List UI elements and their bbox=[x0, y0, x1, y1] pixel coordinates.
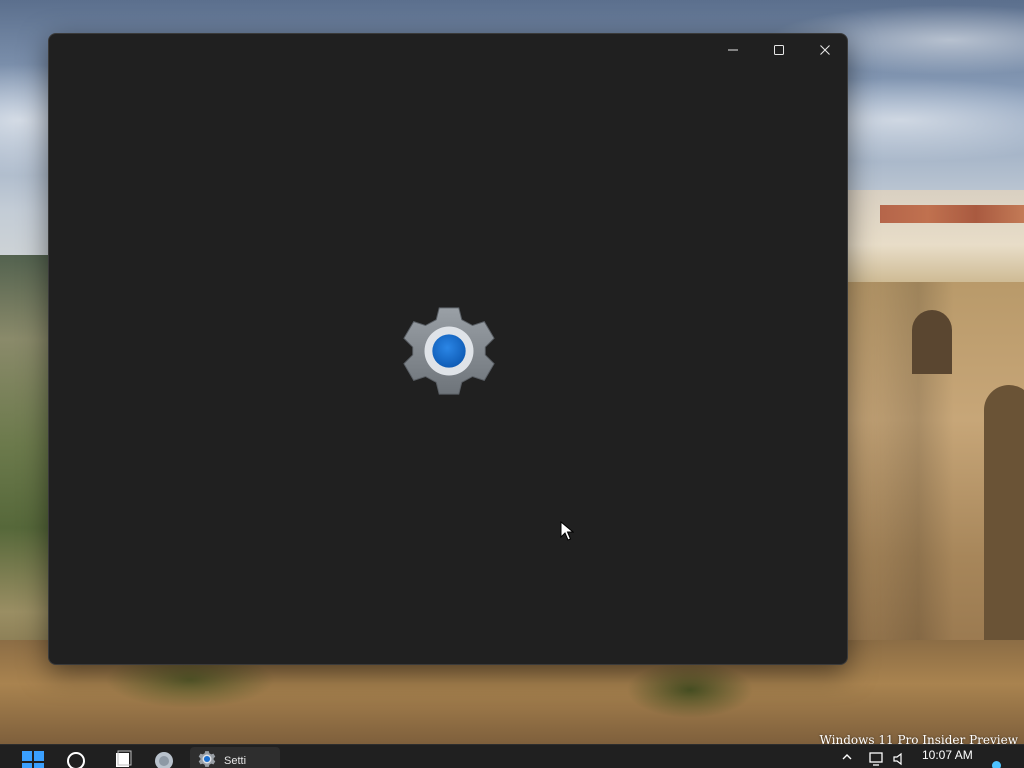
network-icon[interactable] bbox=[868, 751, 886, 767]
task-view-icon bbox=[116, 750, 132, 767]
chevron-up-icon[interactable] bbox=[840, 749, 854, 765]
wallpaper-arch bbox=[912, 310, 952, 374]
wallpaper-roofs bbox=[880, 205, 1024, 223]
edge-icon bbox=[155, 752, 173, 768]
minimize-icon bbox=[728, 49, 738, 51]
taskbar-settings-label: Setti bbox=[224, 755, 247, 767]
desktop: Windows 11 Pro Insider Preview Setti 10:… bbox=[0, 0, 1024, 768]
edge-button[interactable] bbox=[150, 747, 178, 768]
taskbar: Setti 10:07 AM bbox=[0, 744, 1024, 768]
taskbar-settings-app[interactable]: Setti bbox=[190, 747, 280, 768]
start-button[interactable] bbox=[18, 747, 48, 768]
settings-window[interactable] bbox=[48, 33, 848, 665]
mouse-pointer-icon bbox=[560, 521, 574, 541]
search-button[interactable] bbox=[62, 747, 90, 768]
settings-gear-icon bbox=[403, 307, 495, 395]
notification-dot[interactable] bbox=[992, 761, 1001, 768]
task-view-button[interactable] bbox=[108, 747, 136, 768]
maximize-button[interactable] bbox=[756, 34, 802, 66]
windows-logo-icon bbox=[22, 751, 44, 768]
minimize-button[interactable] bbox=[710, 34, 756, 66]
settings-gear-icon bbox=[198, 751, 216, 767]
maximize-icon bbox=[774, 45, 784, 55]
close-button[interactable] bbox=[802, 34, 848, 66]
taskbar-clock[interactable]: 10:07 AM bbox=[922, 748, 973, 762]
close-icon bbox=[820, 45, 830, 55]
search-icon bbox=[67, 752, 85, 768]
volume-icon[interactable] bbox=[892, 751, 908, 767]
